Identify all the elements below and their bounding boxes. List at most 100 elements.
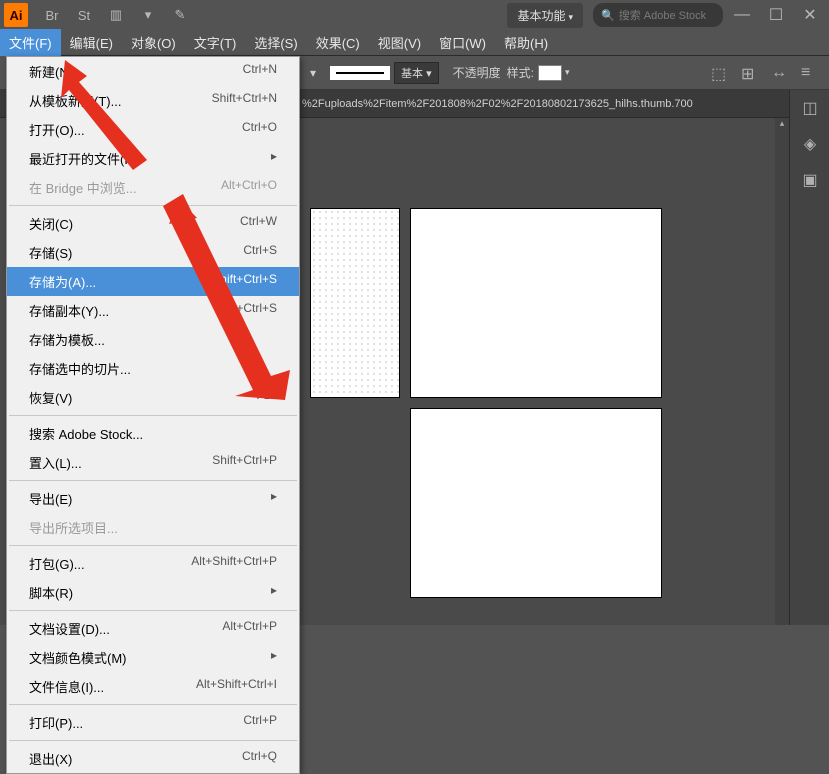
libraries-panel-icon[interactable]: ▣ (790, 162, 829, 198)
menu-item-label: 存储副本(Y)... (29, 301, 109, 320)
file-menu-item-20[interactable]: 打包(G)...Alt+Shift+Ctrl+P (7, 549, 299, 578)
bridge-icon[interactable]: Br (40, 4, 64, 26)
menu-item-shortcut: F12 (256, 388, 277, 407)
menu-object[interactable]: 对象(O) (122, 29, 185, 56)
menu-item-label: 从模板新建(T)... (29, 91, 121, 110)
menu-item-label: 打开(O)... (29, 120, 85, 139)
stroke-style-dropdown[interactable]: 基本 ▾ (394, 62, 439, 84)
artboard-3[interactable] (410, 408, 662, 598)
menu-item-label: 导出(E) (29, 489, 72, 508)
chevron-down-icon[interactable]: ▾ (136, 4, 160, 26)
menu-separator (9, 415, 297, 416)
menu-item-shortcut: Alt+Ctrl+O (221, 178, 277, 197)
menu-separator (9, 545, 297, 546)
right-panel-dock: ◫ ◈ ▣ (789, 90, 829, 625)
file-menu-item-6[interactable]: 关闭(C)Ctrl+W (7, 209, 299, 238)
menu-item-label: 新建(N)... (29, 62, 84, 81)
file-menu-item-29[interactable]: 退出(X) Ctrl+Q (7, 744, 299, 773)
menu-separator (9, 205, 297, 206)
menu-item-label: 文档设置(D)... (29, 619, 110, 638)
menu-file[interactable]: 文件(F) (0, 29, 61, 56)
menu-item-label: 关闭(C) (29, 214, 73, 233)
artboard-1[interactable] (310, 208, 400, 398)
file-menu-item-2[interactable]: 打开(O)... Ctrl+O (7, 115, 299, 144)
menu-item-shortcut: Ctrl+P (243, 713, 277, 732)
menu-item-label: 恢复(V) (29, 388, 72, 407)
menu-item-label: 存储为模板... (29, 330, 105, 349)
layers-panel-icon[interactable]: ◈ (790, 126, 829, 162)
file-menu-item-8[interactable]: 存储为(A)... Shift+Ctrl+S (7, 267, 299, 296)
file-menu-item-9[interactable]: 存储副本(Y)... Alt+Ctrl+S (7, 296, 299, 325)
doc-setup-icon[interactable]: ⬚ (711, 64, 729, 82)
file-menu-item-27[interactable]: 打印(P)...Ctrl+P (7, 708, 299, 737)
maximize-button[interactable]: ☐ (761, 3, 791, 27)
opacity-label: 不透明度 (453, 64, 501, 81)
menu-separator (9, 740, 297, 741)
transform-icon[interactable]: ↔ (771, 64, 789, 82)
minimize-button[interactable]: — (727, 3, 757, 27)
arrange-icon[interactable]: ▥ (104, 4, 128, 26)
menu-type[interactable]: 文字(T) (185, 29, 246, 56)
menu-window[interactable]: 窗口(W) (430, 29, 495, 56)
menu-item-label: 存储(S) (29, 243, 72, 262)
menu-view[interactable]: 视图(V) (369, 29, 430, 56)
properties-panel-icon[interactable]: ◫ (790, 90, 829, 126)
menu-effect[interactable]: 效果(C) (307, 29, 369, 56)
file-menu-item-25[interactable]: 文件信息(I)...Alt+Shift+Ctrl+I (7, 672, 299, 701)
menu-select[interactable]: 选择(S) (245, 29, 306, 56)
file-menu-item-17[interactable]: 导出(E)▸ (7, 484, 299, 513)
menu-item-label: 打包(G)... (29, 554, 85, 573)
file-menu-item-23[interactable]: 文档设置(D)... Alt+Ctrl+P (7, 614, 299, 643)
file-menu-item-15[interactable]: 置入(L)...Shift+Ctrl+P (7, 448, 299, 477)
stroke-preview[interactable] (330, 66, 390, 80)
document-tab-text: %2Fuploads%2Fitem%2F201808%2F02%2F201808… (302, 98, 693, 110)
file-menu-item-7[interactable]: 存储(S) Ctrl+S (7, 238, 299, 267)
file-menu-dropdown: 新建(N)... Ctrl+N 从模板新建(T)... Shift+Ctrl+N 打开(… (6, 56, 300, 774)
prefs-icon[interactable]: ≡ (801, 64, 819, 82)
file-menu-item-3[interactable]: 最近打开的文件(F)▸ (7, 144, 299, 173)
file-menu-item-0[interactable]: 新建(N)... Ctrl+N (7, 57, 299, 86)
menu-item-shortcut: Ctrl+Q (242, 749, 277, 768)
menu-item-shortcut: Alt+Ctrl+S (222, 301, 277, 320)
file-menu-item-12[interactable]: 恢复(V) F12 (7, 383, 299, 412)
menu-item-shortcut: ▸ (271, 149, 277, 168)
menu-item-label: 文档颜色模式(M) (29, 648, 127, 667)
menu-item-label: 在 Bridge 中浏览... (29, 178, 137, 197)
file-menu-item-24[interactable]: 文档颜色模式(M)▸ (7, 643, 299, 672)
file-menu-item-4: 在 Bridge 中浏览... Alt+Ctrl+O (7, 173, 299, 202)
menu-item-shortcut: Alt+Ctrl+P (222, 619, 277, 638)
menu-item-shortcut: Ctrl+N (243, 62, 277, 81)
align-icon[interactable]: ⊞ (741, 64, 759, 82)
vertical-scrollbar[interactable]: ▴ (775, 118, 789, 625)
file-menu-item-14[interactable]: 搜索 Adobe Stock... (7, 419, 299, 448)
scroll-up-icon[interactable]: ▴ (775, 118, 789, 132)
style-swatch[interactable] (538, 65, 562, 81)
menu-help[interactable]: 帮助(H) (495, 29, 557, 56)
chevron-down-icon[interactable]: ▾ (565, 67, 570, 78)
artboard-2[interactable] (410, 208, 662, 398)
file-menu-item-21[interactable]: 脚本(R)▸ (7, 578, 299, 607)
menu-item-shortcut: Shift+Ctrl+S (212, 272, 277, 291)
search-stock-input[interactable]: 🔍搜索 Adobe Stock (593, 3, 723, 27)
file-menu-item-18: 导出所选项目... (7, 513, 299, 542)
close-button[interactable]: ✕ (795, 3, 825, 27)
menu-item-shortcut: Ctrl+O (242, 120, 277, 139)
search-icon: 🔍 (601, 9, 615, 22)
file-menu-item-11[interactable]: 存储选中的切片... (7, 354, 299, 383)
chevron-down-icon[interactable]: ▾ (310, 66, 316, 80)
chevron-down-icon: ▾ (568, 12, 573, 22)
stock-icon[interactable]: St (72, 4, 96, 26)
menu-item-label: 存储为(A)... (29, 272, 96, 291)
menu-item-label: 退出(X) (29, 749, 72, 768)
menu-separator (9, 610, 297, 611)
menu-item-shortcut: Ctrl+S (243, 243, 277, 262)
file-menu-item-10[interactable]: 存储为模板... (7, 325, 299, 354)
menu-item-shortcut: Shift+Ctrl+P (212, 453, 277, 472)
menu-item-label: 导出所选项目... (29, 518, 118, 537)
workspace-switcher[interactable]: 基本功能▾ (507, 3, 583, 28)
file-menu-item-1[interactable]: 从模板新建(T)... Shift+Ctrl+N (7, 86, 299, 115)
menu-edit[interactable]: 编辑(E) (61, 29, 122, 56)
feather-icon[interactable]: ✎ (168, 4, 192, 26)
menu-item-shortcut: Shift+Ctrl+N (212, 91, 277, 110)
menu-item-label: 存储选中的切片... (29, 359, 131, 378)
